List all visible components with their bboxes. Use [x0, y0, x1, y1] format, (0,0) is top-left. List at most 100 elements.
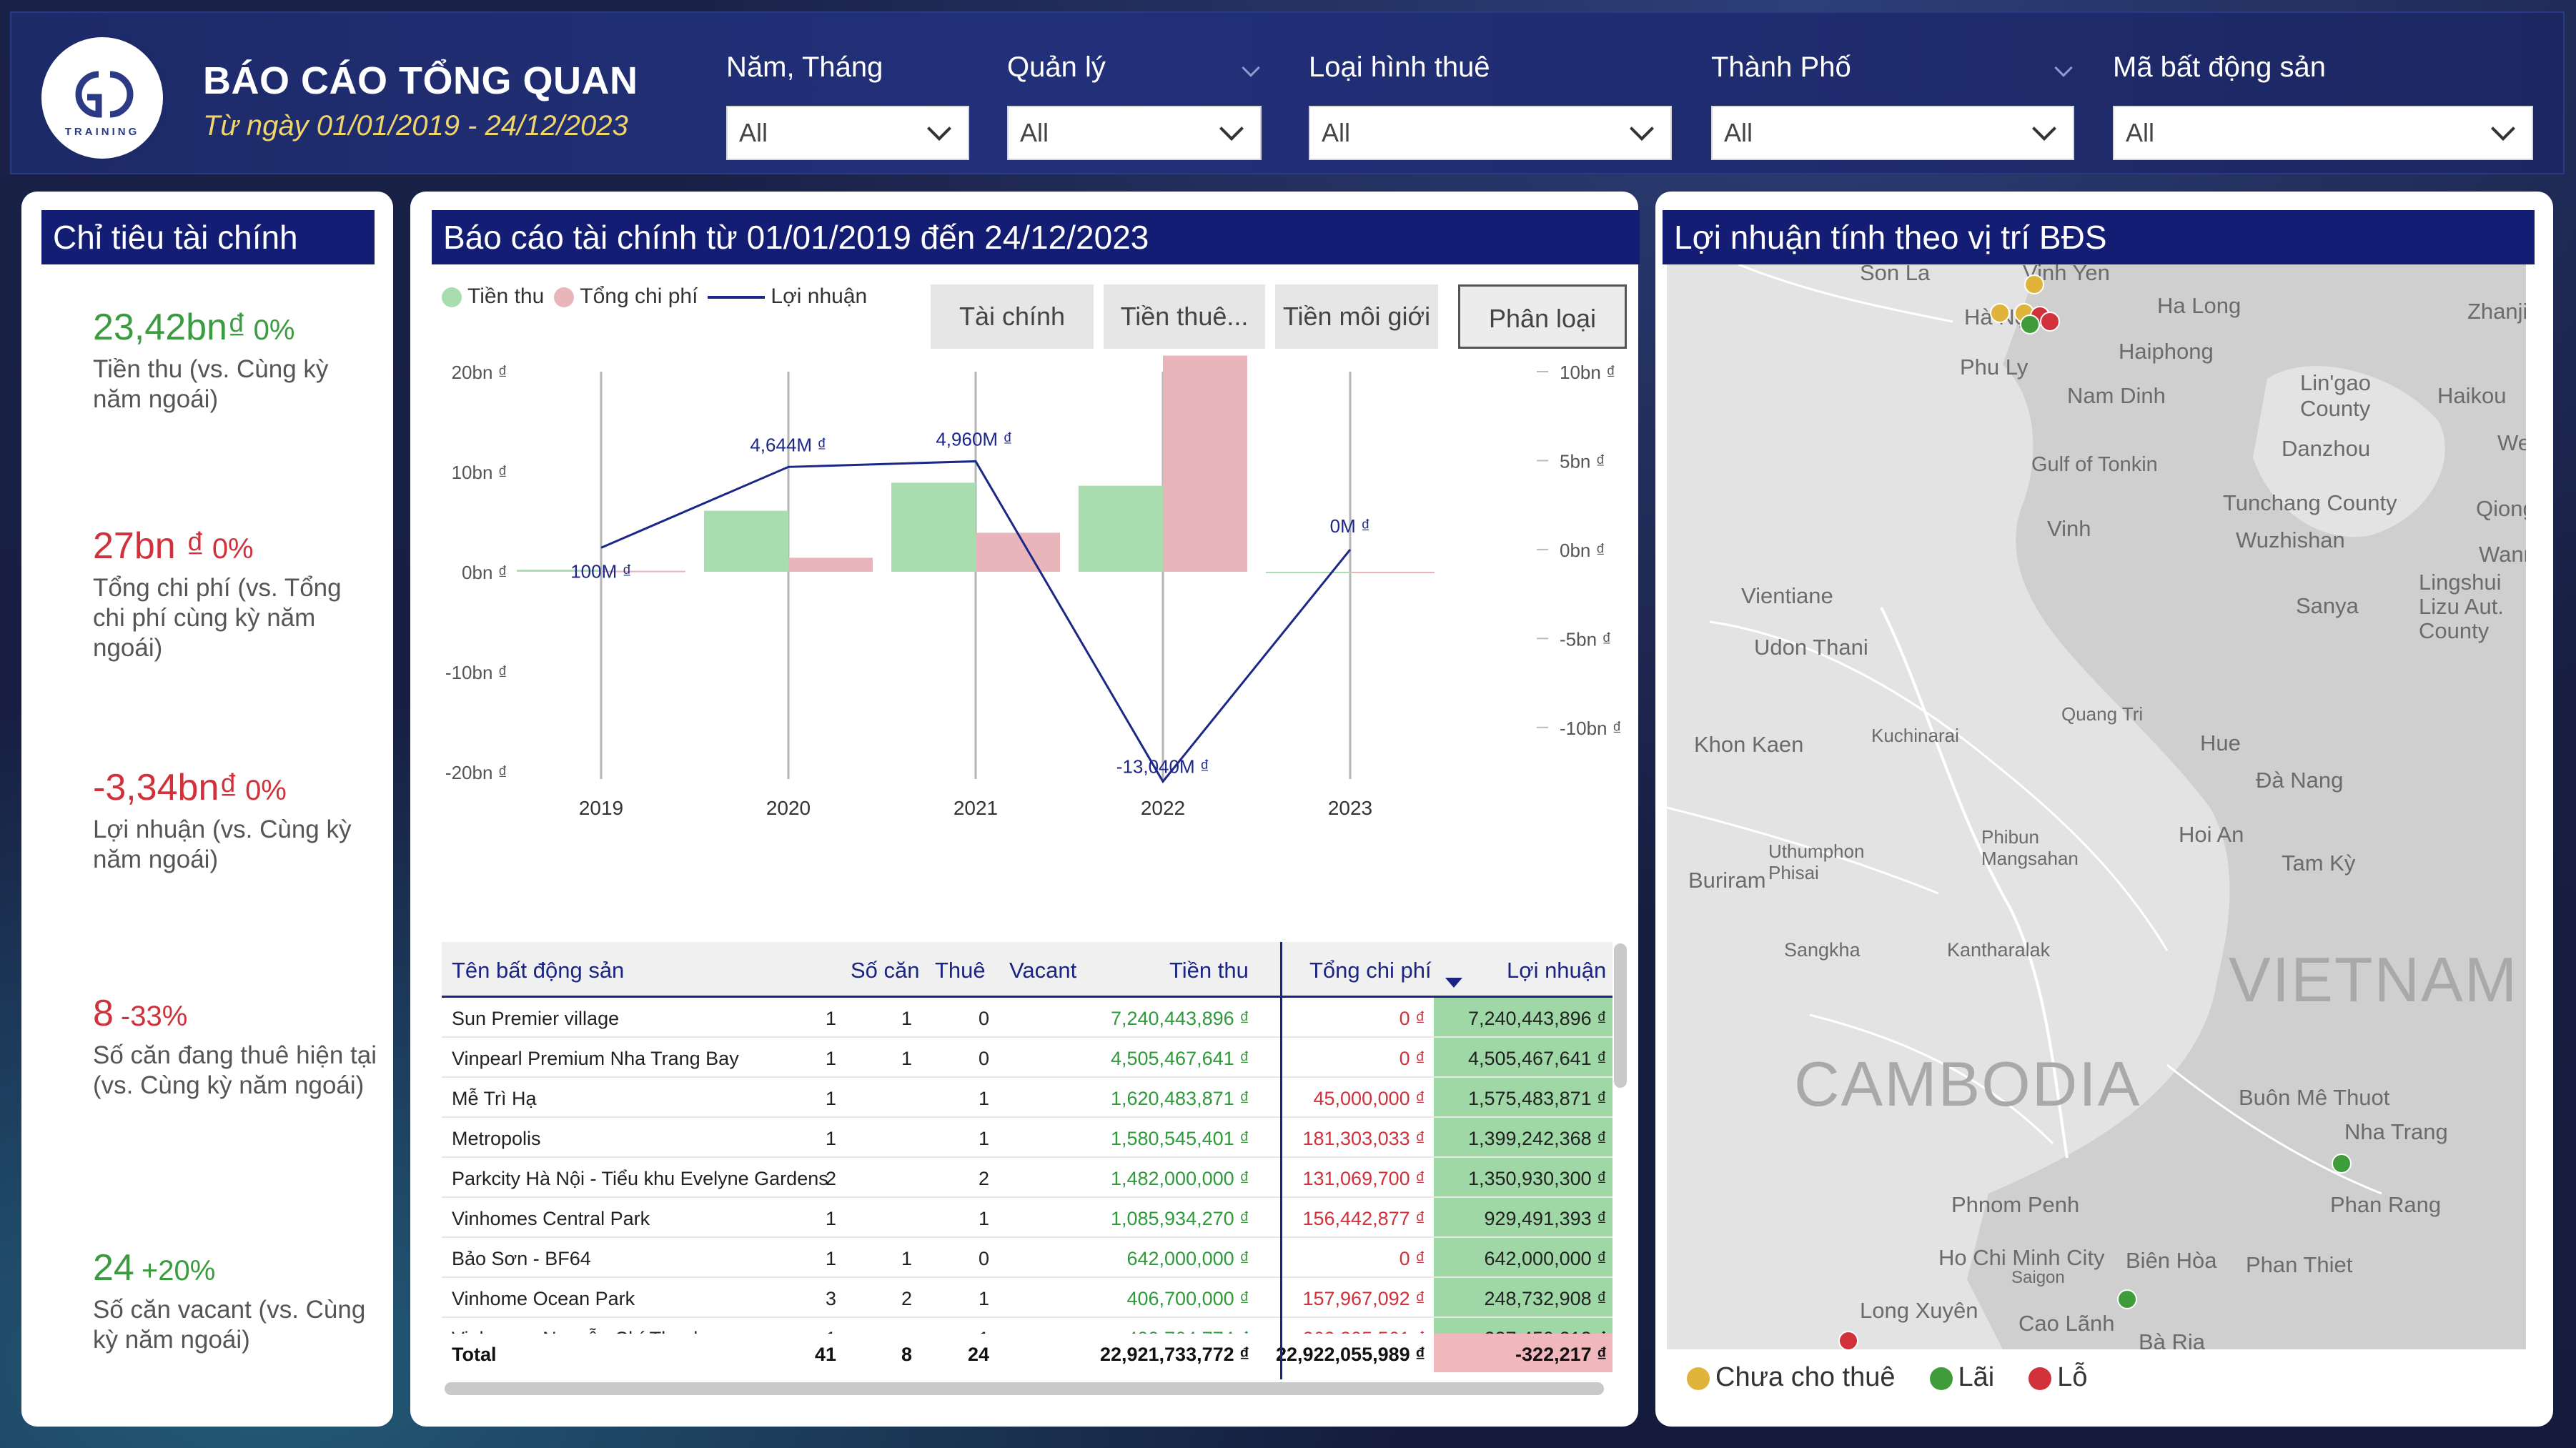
cell-name: Vinpearl Premium Nha Trang Bay	[452, 1048, 739, 1069]
slicer-year-month-dropdown[interactable]: All	[726, 106, 969, 160]
cell-vacant: 0	[978, 1008, 989, 1029]
slicer-city-dropdown[interactable]: All	[1711, 106, 2074, 160]
cell-name: Mễ Trì Hạ	[452, 1088, 537, 1109]
map-label: Ha Long	[2157, 293, 2241, 318]
tab-brokerage[interactable]: Tiền môi giới	[1275, 284, 1438, 349]
map-label: Phan Thiet	[2246, 1252, 2353, 1277]
cell-units: 1	[825, 1208, 836, 1229]
col-header-name[interactable]: Tên bất động sản	[452, 958, 624, 983]
slicer-rental-type-dropdown[interactable]: All	[1309, 106, 1672, 160]
kpi-description: Tổng chi phí (vs. Tổng chi phí cùng kỳ n…	[93, 574, 342, 662]
table-row[interactable]: Vinhome Ocean Park 3 2 1 406,700,000 ₫ 157,96…	[442, 1278, 1613, 1318]
cell-rented: 1	[901, 1008, 912, 1029]
slicer-value: All	[1724, 118, 1753, 147]
property-location-map[interactable]: Son La Vinh Yen Hà Nội Ha Long Zhanji Ha…	[1667, 264, 2526, 1349]
col-header-profit[interactable]: Lợi nhuận	[1507, 958, 1606, 983]
cell-profit: 237,459,213 ₫	[1484, 1328, 1607, 1334]
slicer-property-code-dropdown[interactable]: All	[2113, 106, 2533, 160]
map-label: Wanni	[2479, 542, 2526, 567]
y-left-tick-label: -20bn ₫	[445, 762, 507, 783]
kpi-change: 0%	[212, 533, 254, 565]
cell-revenue: 642,000,000 ₫	[1126, 1248, 1249, 1269]
col-header-vacant[interactable]: Vacant	[1009, 958, 1076, 983]
kpi-change: 0%	[253, 314, 295, 346]
slicer-rental-type: Loại hình thuê All	[1309, 51, 1672, 160]
kpi-change: 0%	[245, 775, 287, 806]
company-logo: TRAINING	[39, 34, 166, 162]
cell-cost: 131,069,700 ₫	[1302, 1168, 1425, 1189]
chevron-down-icon[interactable]	[2054, 59, 2073, 77]
cell-cost: 181,303,033 ₫	[1302, 1128, 1425, 1149]
col-header-revenue[interactable]: Tiền thu	[1169, 958, 1249, 983]
map-legend-loss[interactable]: Lỗ	[2028, 1362, 2088, 1393]
map-label: Vinh	[2047, 516, 2091, 541]
map-label: Vientiane	[1741, 583, 1833, 608]
tab-category[interactable]: Phân loại	[1458, 284, 1627, 349]
table-row[interactable]: Vinhomes Nguyễn Chí Thanh 1 1 499,764,774 ₫…	[442, 1318, 1613, 1334]
cell-revenue: 1,085,934,270 ₫	[1110, 1208, 1249, 1229]
map-label: Biên Hòa	[2126, 1248, 2217, 1273]
chevron-down-icon	[1630, 116, 1654, 141]
page-title: BÁO CÁO TỔNG QUAN	[203, 59, 638, 102]
map-pin-loss[interactable]	[2040, 312, 2060, 332]
logo-mark-icon	[75, 71, 134, 118]
cell-revenue: 7,240,443,896 ₫	[1110, 1008, 1249, 1029]
cell-profit: 4,505,467,641 ₫	[1467, 1048, 1607, 1069]
map-label: Đà Nang	[2256, 768, 2344, 793]
cell-revenue: 1,580,545,401 ₫	[1110, 1128, 1249, 1149]
map-label: Haiphong	[2119, 339, 2214, 364]
table-vertical-scrollbar[interactable]	[1614, 943, 1627, 1088]
tab-rent[interactable]: Tiền thuê...	[1104, 284, 1265, 349]
table-row[interactable]: Vinhomes Central Park 1 1 1,085,934,270 ₫ 15…	[442, 1198, 1613, 1238]
legend-item-profit[interactable]: Lợi nhuận	[708, 284, 867, 309]
map-legend-profit[interactable]: Lãi	[1929, 1362, 1994, 1393]
map-label: Buôn Mê Thuot	[2239, 1085, 2390, 1110]
table-horizontal-scrollbar[interactable]	[445, 1382, 1604, 1395]
map-pin-not-rented[interactable]	[1990, 303, 2010, 323]
col-header-cost[interactable]: Tổng chi phí	[1309, 958, 1432, 983]
table-row[interactable]: Parkcity Hà Nội - Tiểu khu Evelyne Garde…	[442, 1158, 1613, 1198]
cell-units: 1	[825, 1008, 836, 1029]
total-revenue: 22,921,733,772 ₫	[1099, 1344, 1249, 1365]
cell-units: 1	[825, 1088, 836, 1109]
map-pin-profit[interactable]	[2117, 1289, 2137, 1309]
report-header: TRAINING BÁO CÁO TỔNG QUAN Từ ngày 01/01…	[10, 11, 2565, 174]
map-pin-not-rented[interactable]	[2024, 274, 2044, 294]
profit-data-label: 4,644M ₫	[750, 434, 826, 455]
col-header-units[interactable]: Số căn	[851, 958, 920, 983]
map-label: Cao Lãnh	[2018, 1311, 2115, 1336]
map-label: Lingshui Lizu Aut. County	[2419, 570, 2504, 643]
kpi-value: 23,42bn₫ 0%	[93, 307, 295, 348]
chevron-down-icon[interactable]	[1242, 59, 1260, 77]
legend-item-revenue[interactable]: Tiền thu	[442, 284, 544, 309]
bar-cost	[1350, 572, 1435, 573]
tab-finance[interactable]: Tài chính	[931, 284, 1094, 349]
table-row[interactable]: Sun Premier village 1 1 0 7,240,443,896 ₫ 0 ₫…	[442, 998, 1613, 1038]
map-pin-profit[interactable]	[2332, 1154, 2352, 1174]
slicer-manager-dropdown[interactable]: All	[1007, 106, 1262, 160]
slicer-property-code: Mã bất động sản All	[2113, 51, 2533, 160]
col-header-rented[interactable]: Thuê	[935, 958, 986, 983]
table-row[interactable]: Mễ Trì Hạ 1 1 1,620,483,871 ₫ 45,000,000 ₫ 1,…	[442, 1078, 1613, 1118]
table-row[interactable]: Vinpearl Premium Nha Trang Bay 1 1 0 4,505,4…	[442, 1038, 1613, 1078]
map-pin-profit[interactable]	[2020, 314, 2040, 334]
y-right-tick-label: 10bn ₫	[1560, 362, 1615, 383]
map-label: Long Xuyên	[1860, 1298, 1978, 1323]
table-row[interactable]: Bảo Sơn - BF64 1 1 0 642,000,000 ₫ 0 ₫ 642,000…	[442, 1238, 1613, 1278]
cell-name: Parkcity Hà Nội - Tiểu khu Evelyne Garde…	[452, 1168, 828, 1189]
kpi-value: 8 -33%	[93, 993, 188, 1034]
sort-desc-icon[interactable]	[1445, 978, 1462, 988]
profit-data-label: 4,960M ₫	[936, 428, 1012, 450]
table-row[interactable]: Metropolis 1 1 1,580,545,401 ₫ 181,303,033 ₫…	[442, 1118, 1613, 1158]
cell-vacant: 1	[978, 1128, 989, 1149]
map-pin-loss[interactable]	[1838, 1331, 1858, 1349]
slicer-value: All	[2126, 118, 2155, 147]
legend-item-cost[interactable]: Tổng chi phí	[554, 284, 698, 309]
profit-data-label: -13,040M ₫	[1116, 755, 1209, 777]
cell-revenue: 1,482,000,000 ₫	[1110, 1168, 1249, 1189]
map-legend-not-rented[interactable]: Chưa cho thuê	[1687, 1362, 1896, 1393]
cell-cost: 0 ₫	[1399, 1008, 1425, 1029]
chevron-down-icon	[2032, 116, 2056, 141]
y-right-tick-label: 0bn ₫	[1560, 540, 1605, 561]
cell-vacant: 1	[978, 1288, 989, 1309]
